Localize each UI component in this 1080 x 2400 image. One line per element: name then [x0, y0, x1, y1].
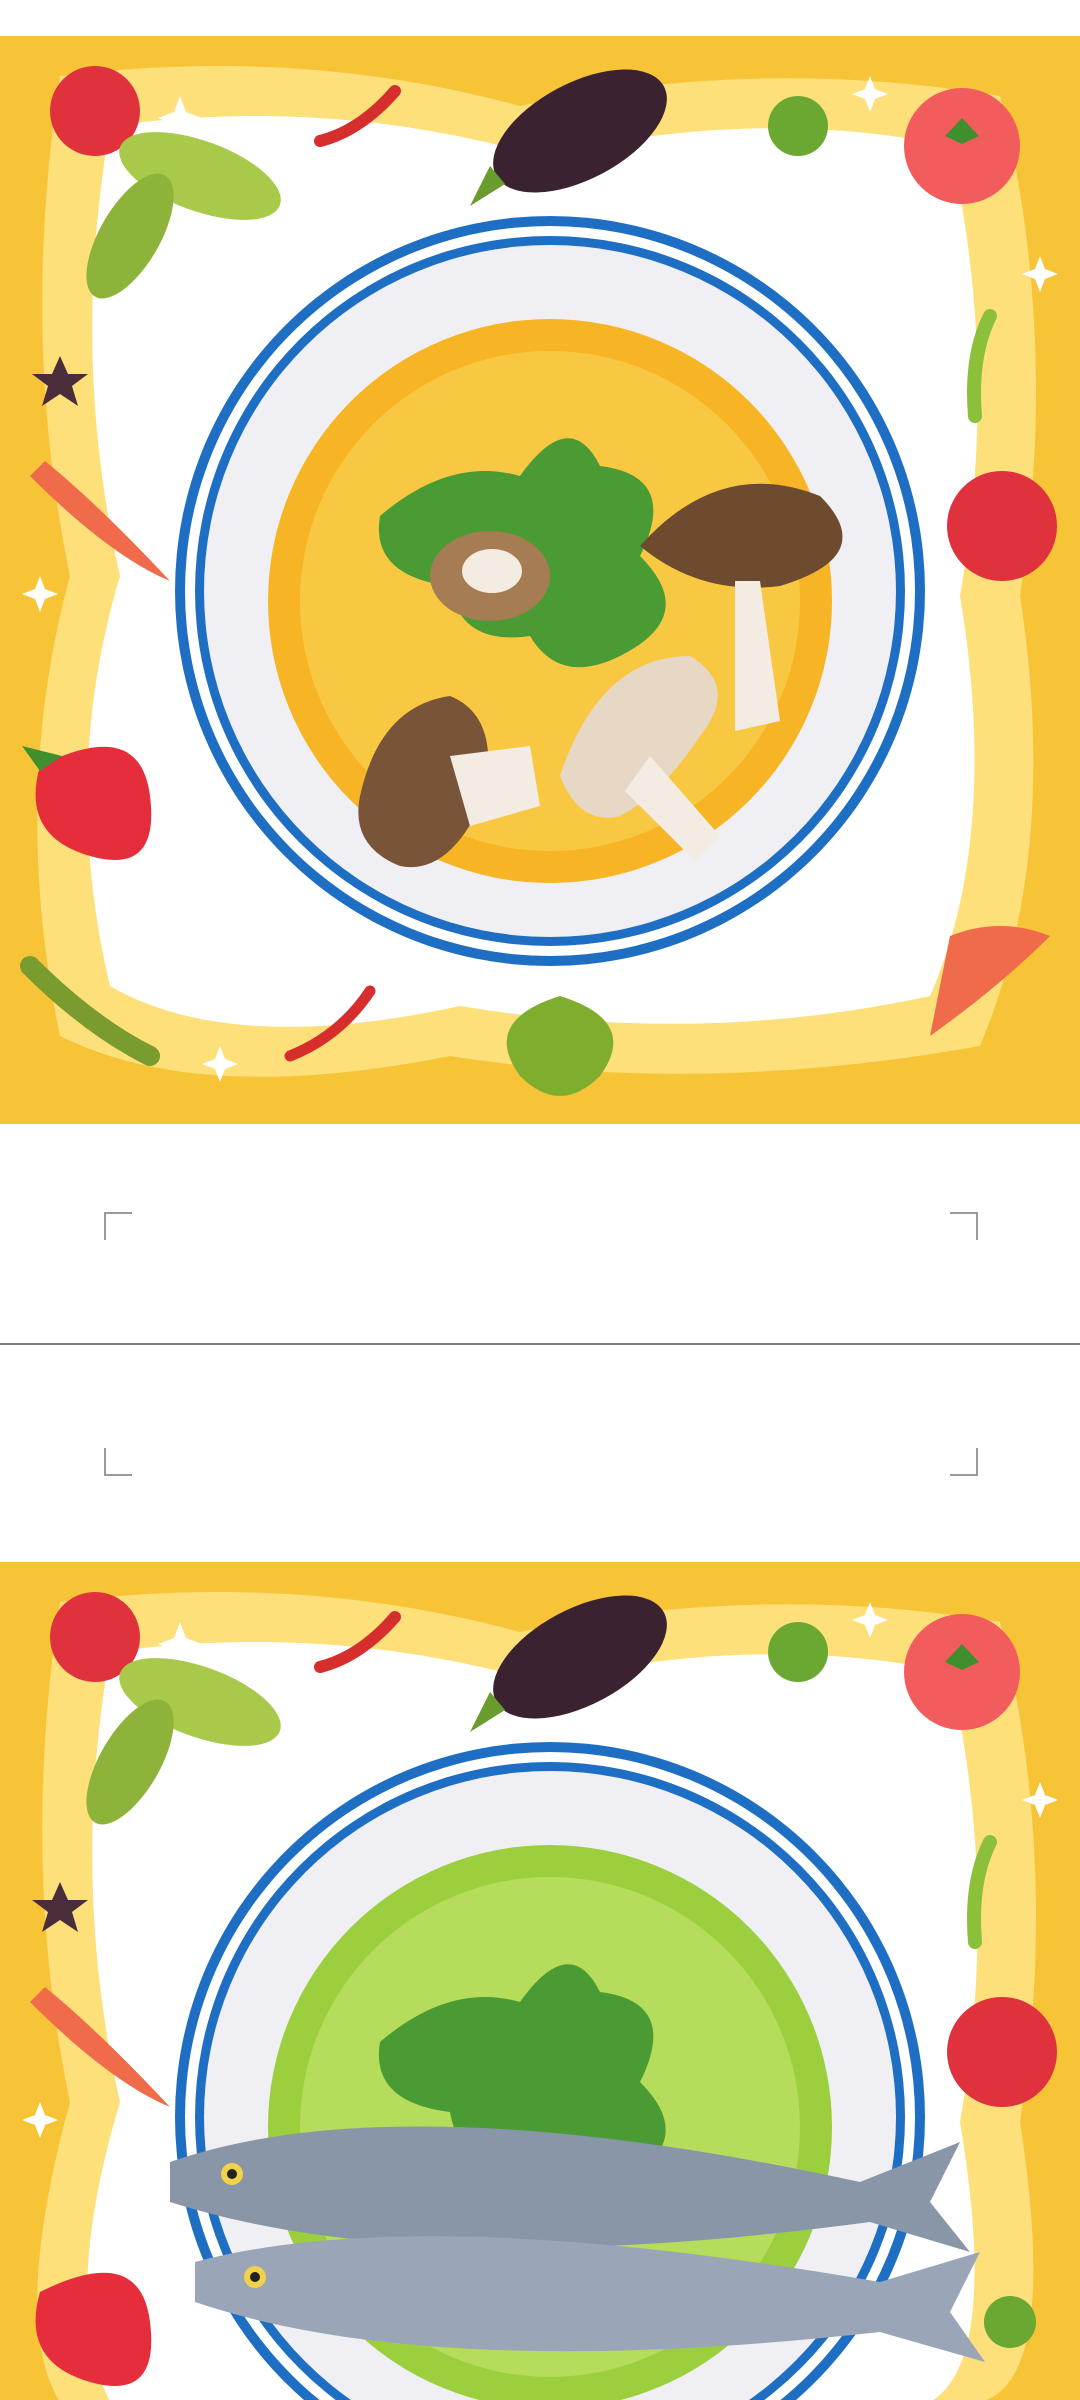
tomato-icon	[904, 88, 1020, 204]
crop-mark-icon	[950, 1448, 978, 1476]
page-separator	[0, 1343, 1080, 1345]
mushroom-soup-illustration	[0, 36, 1080, 1124]
tomato-icon	[904, 1614, 1020, 1730]
crop-mark-icon	[950, 1212, 978, 1240]
onion-icon	[947, 1997, 1057, 2107]
crop-mark-icon	[104, 1448, 132, 1476]
green-fruit-icon	[768, 96, 828, 156]
page-2-illustration	[0, 1562, 1080, 2400]
crop-mark-icon	[104, 1212, 132, 1240]
onion-icon	[947, 471, 1057, 581]
page-1-illustration	[0, 36, 1080, 1124]
fish-soup-illustration	[0, 1562, 1080, 2400]
